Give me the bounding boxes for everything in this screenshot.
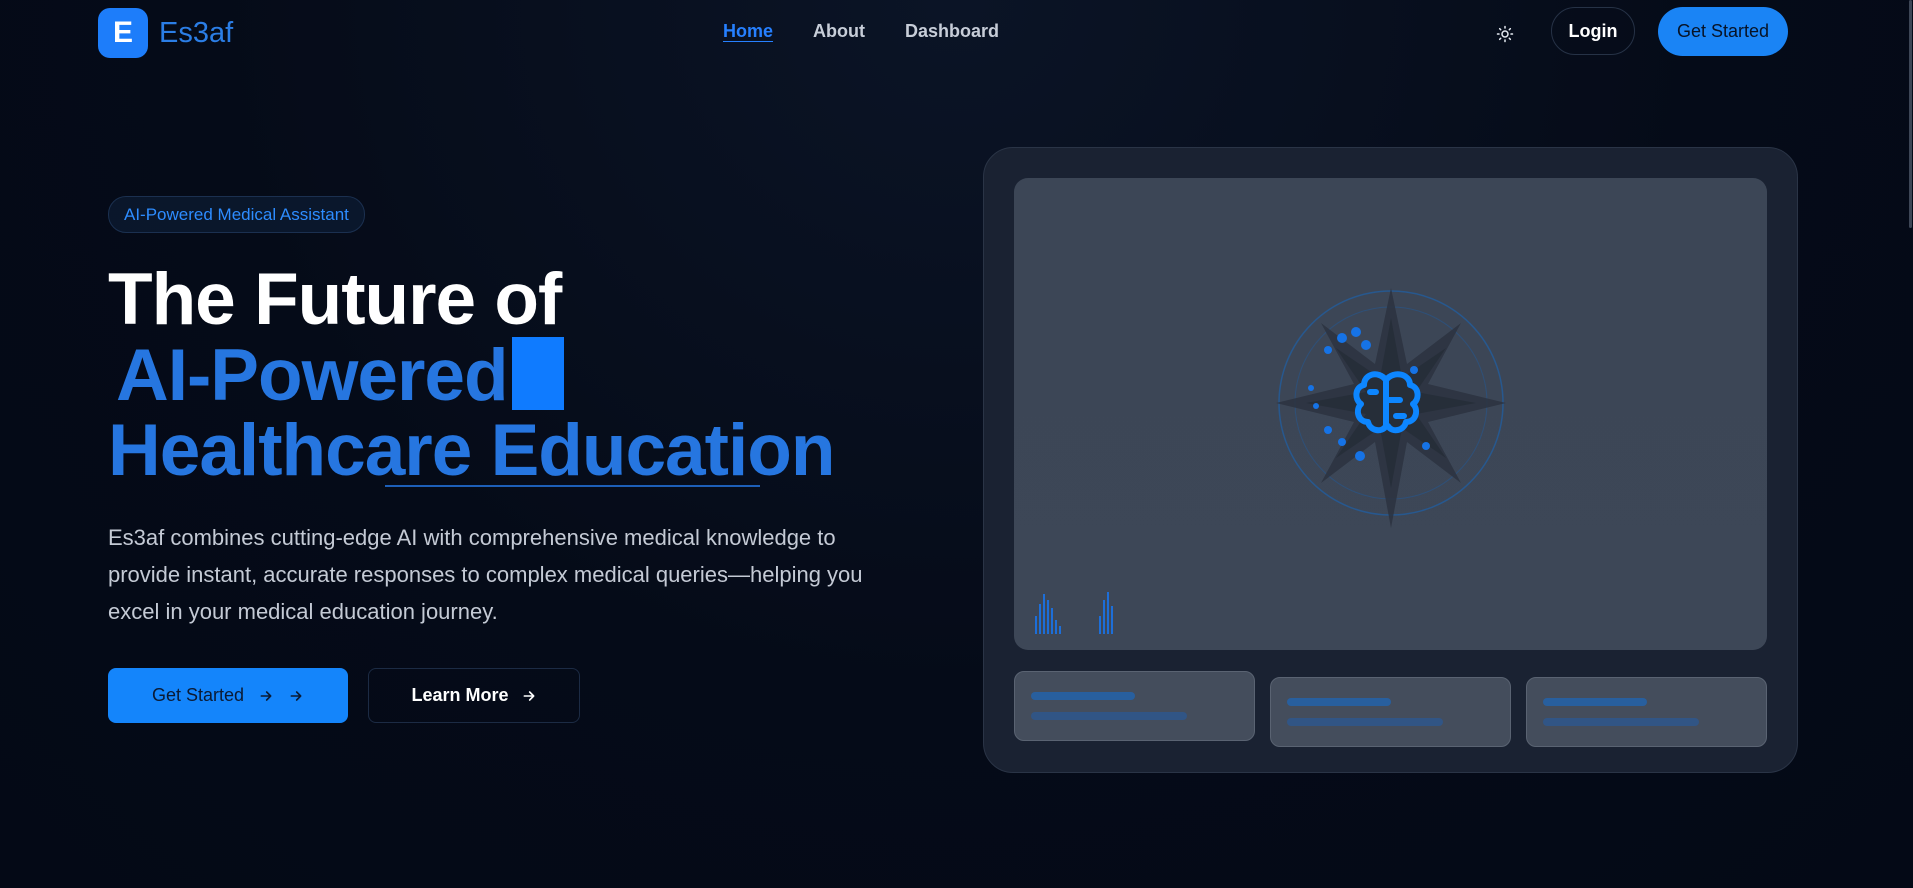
hero-title-line2: AI-Powered [116,335,509,416]
nav-get-started-button[interactable]: Get Started [1658,7,1788,56]
audio-bars [1034,590,1134,640]
scrollbar[interactable] [1909,0,1912,228]
brand-name: Es3af [159,16,234,49]
waveform-icon [1035,592,1113,634]
get-started-button[interactable]: Get Started [108,668,348,723]
typing-cursor [511,337,564,410]
hero-badge: AI-Powered Medical Assistant [108,196,365,233]
skeleton-line [1287,718,1443,726]
theme-toggle-button[interactable] [1490,19,1520,49]
hero-title: The Future of AI-Powered Healthcare Educ… [108,259,835,491]
device-screen [1014,178,1767,650]
nav-link-about[interactable]: About [813,21,865,42]
sun-icon [1496,25,1514,43]
login-button[interactable]: Login [1551,7,1635,55]
get-started-label: Get Started [151,685,245,705]
arrow-right-icon [290,690,302,701]
arrow-right-icon [260,690,272,701]
skeleton-line [1031,712,1187,720]
skeleton-line [1543,698,1647,706]
nav-link-home[interactable]: Home [723,21,773,42]
logo[interactable]: E Es3af [98,8,233,58]
navbar: E Es3af Home About Dashboard Login Get S… [0,0,1913,66]
nav-links: Home About Dashboard [723,21,999,42]
brain-illustration [1276,288,1506,528]
skeleton-line [1543,718,1699,726]
arrow-right-icon [523,690,534,701]
hero-title-line2-wrap: AI-Powered [108,337,834,413]
skeleton-line [1287,698,1391,706]
device-mockup [983,147,1798,773]
skeleton-card [1270,677,1511,747]
learn-more-label: Learn More [411,685,509,705]
title-underline [385,485,760,487]
hero-description: Es3af combines cutting-edge AI with comp… [108,525,863,624]
learn-more-button[interactable]: Learn More [368,668,580,723]
skeleton-line [1031,692,1135,700]
logo-badge: E [98,8,148,58]
nav-link-dashboard[interactable]: Dashboard [905,21,999,42]
ai-brain-graphic [1276,288,1506,528]
hero-title-line1: The Future of [108,259,562,340]
skeleton-card [1526,677,1767,747]
hero-title-line3: Healthcare Education [108,410,835,491]
skeleton-card [1014,671,1255,741]
